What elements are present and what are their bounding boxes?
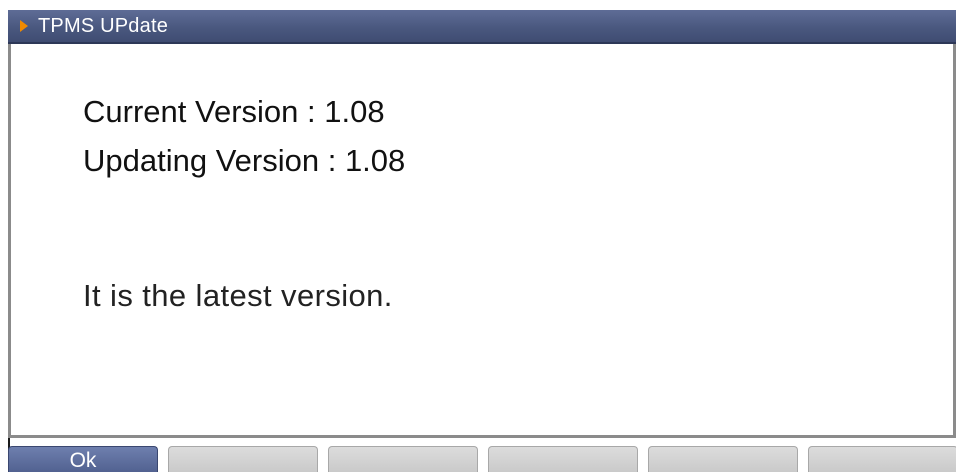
ok-button[interactable]: Ok: [8, 446, 158, 472]
softkey-6[interactable]: [808, 446, 956, 472]
title-arrow-icon: [20, 20, 28, 32]
softkey-3[interactable]: [328, 446, 478, 472]
softkey-2[interactable]: [168, 446, 318, 472]
softkey-5[interactable]: [648, 446, 798, 472]
status-message: It is the latest version.: [83, 278, 393, 313]
title-bar: TPMS UPdate: [8, 10, 956, 44]
softkey-4[interactable]: [488, 446, 638, 472]
current-version-line: Current Version : 1.08: [83, 94, 385, 129]
window-title: TPMS UPdate: [38, 15, 169, 37]
content-panel: Current Version : 1.08 Updating Version …: [8, 44, 956, 438]
updating-version-line: Updating Version : 1.08: [83, 143, 406, 178]
tpms-update-screen: TPMS UPdate Current Version : 1.08 Updat…: [0, 0, 956, 472]
softkey-bar: Ok: [8, 446, 956, 472]
